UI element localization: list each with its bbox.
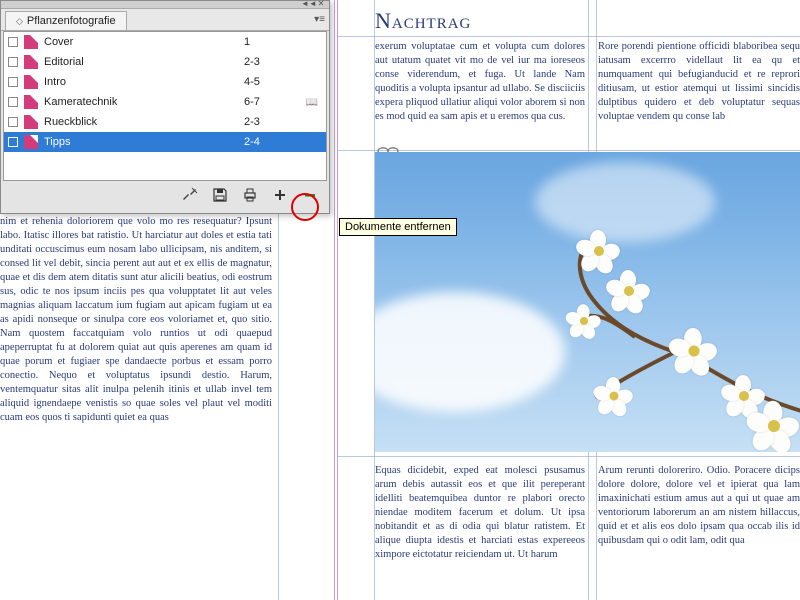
panel-tabs: Pflanzenfotografie ▾≡ <box>1 9 329 31</box>
document-row[interactable]: Intro 4-5 <box>4 72 326 92</box>
row-checkbox[interactable] <box>8 77 18 87</box>
panel-titlebar[interactable]: ◄◄ ✕ <box>1 1 329 9</box>
book-tab-label: Pflanzenfotografie <box>27 15 116 27</box>
collapse-icon[interactable]: ◄◄ <box>301 0 313 8</box>
row-checkbox[interactable] <box>8 57 18 67</box>
indesign-file-icon <box>24 95 38 109</box>
document-pages: 1 <box>244 36 274 48</box>
row-checkbox[interactable] <box>8 137 18 147</box>
status-icon: 📖 <box>298 97 326 108</box>
guide <box>338 150 800 151</box>
indesign-file-icon <box>24 115 38 129</box>
page-heading: Nachtrag <box>375 8 471 34</box>
text-frame[interactable]: Arum rerunti doloreriro. Odio. Poracere … <box>598 464 800 600</box>
close-icon[interactable]: ✕ <box>315 0 327 8</box>
document-row[interactable]: Tipps 2-4 <box>4 132 326 152</box>
document-row[interactable]: Kameratechnik 6-7 📖 <box>4 92 326 112</box>
row-checkbox[interactable] <box>8 117 18 127</box>
remove-document-icon[interactable] <box>301 186 319 204</box>
photo-frame[interactable] <box>375 152 800 452</box>
indesign-file-icon <box>24 55 38 69</box>
document-pages: 6-7 <box>244 96 274 108</box>
document-name: Rueckblick <box>44 116 97 128</box>
text-frame-left[interactable]: nim et rehenia doloriorem que volo mo re… <box>0 215 278 600</box>
book-tab[interactable]: Pflanzenfotografie <box>5 11 127 30</box>
document-name: Cover <box>44 36 73 48</box>
save-book-icon[interactable] <box>211 186 229 204</box>
document-pages: 2-3 <box>244 116 274 128</box>
indesign-file-icon <box>24 75 38 89</box>
document-pages: 4-5 <box>244 76 274 88</box>
indesign-file-icon <box>24 135 38 149</box>
document-list[interactable]: Cover 1 Editorial 2-3 Intro 4-5 Kameratechnik 6… <box>3 31 327 181</box>
document-name: Tipps <box>44 136 71 148</box>
indesign-file-icon <box>24 35 38 49</box>
add-document-icon[interactable] <box>271 186 289 204</box>
document-name: Editorial <box>44 56 84 68</box>
tooltip: Dokumente entfernen <box>339 218 457 236</box>
document-row[interactable]: Editorial 2-3 <box>4 52 326 72</box>
document-row[interactable]: Cover 1 <box>4 32 326 52</box>
document-pages: 2-4 <box>244 136 274 148</box>
text-frame[interactable]: Rore porendi pientione officidi blaborib… <box>598 40 800 145</box>
guide <box>338 456 800 457</box>
guide <box>338 36 800 37</box>
document-name: Intro <box>44 76 66 88</box>
document-name: Kameratechnik <box>44 96 117 108</box>
print-book-icon[interactable] <box>241 186 259 204</box>
document-row[interactable]: Rueckblick 2-3 <box>4 112 326 132</box>
book-panel: ◄◄ ✕ Pflanzenfotografie ▾≡ Cover 1 Editori… <box>0 0 330 214</box>
row-checkbox[interactable] <box>8 97 18 107</box>
document-pages: 2-3 <box>244 56 274 68</box>
panel-toolbar <box>1 181 329 209</box>
text-frame[interactable]: Equas dicidebit, exped eat molesci psusa… <box>375 464 585 600</box>
panel-menu-icon[interactable]: ▾≡ <box>314 14 325 25</box>
sync-styles-icon[interactable] <box>181 186 199 204</box>
text-frame[interactable]: exerum voluptatae cum et volupta cum dol… <box>375 40 585 145</box>
row-checkbox[interactable] <box>8 37 18 47</box>
